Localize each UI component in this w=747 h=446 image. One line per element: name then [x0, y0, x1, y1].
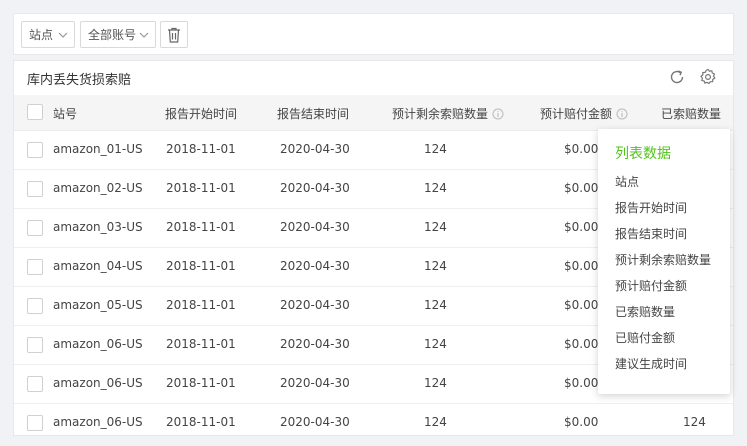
cell-site: amazon_03-US — [53, 220, 143, 234]
cell-site: amazon_04-US — [53, 259, 143, 273]
cell-claimed: 124 — [683, 415, 706, 429]
site-select-label: 站点 — [29, 28, 54, 42]
column-menu-title: 列表数据 — [615, 146, 671, 162]
gear-icon[interactable] — [699, 68, 717, 86]
cell-start: 2018-11-01 — [166, 376, 236, 390]
column-option-paid[interactable]: 已赔付金额 — [615, 329, 675, 346]
row-checkbox[interactable] — [27, 376, 43, 392]
table-header: 站号 报告开始时间 报告结束时间 预计剩余索赔数量 预计赔付金额 已索赔数量 — [14, 95, 733, 131]
column-header-claimed: 已索赔数量 — [661, 107, 722, 121]
cell-site: amazon_06-US — [53, 376, 143, 390]
cell-end: 2020-04-30 — [280, 376, 350, 390]
panel-title: 库内丢失货损索赔 — [27, 73, 132, 88]
account-select-label: 全部账号 — [88, 28, 137, 42]
cell-amount: $0.00 — [564, 298, 599, 312]
row-checkbox[interactable] — [27, 142, 43, 158]
cell-start: 2018-11-01 — [166, 220, 236, 234]
trash-icon — [168, 27, 180, 43]
column-header-end: 报告结束时间 — [277, 107, 350, 121]
cell-amount: $0.00 — [564, 181, 599, 195]
table-row[interactable]: amazon_06-US 2018-11-01 2020-04-30 124 $… — [14, 404, 733, 435]
cell-site: amazon_01-US — [53, 142, 143, 156]
cell-start: 2018-11-01 — [166, 142, 236, 156]
column-header-remaining-label: 预计剩余索赔数量 — [392, 107, 489, 121]
row-checkbox[interactable] — [27, 259, 43, 275]
cell-end: 2020-04-30 — [280, 181, 350, 195]
cell-start: 2018-11-01 — [166, 337, 236, 351]
row-checkbox[interactable] — [27, 415, 43, 431]
cell-site: amazon_05-US — [53, 298, 143, 312]
column-option-start[interactable]: 报告开始时间 — [615, 199, 687, 216]
chevron-down-icon — [58, 32, 68, 38]
column-option-created[interactable]: 建议生成时间 — [615, 355, 687, 372]
cell-end: 2020-04-30 — [280, 415, 350, 429]
column-settings-menu: 列表数据 站点 报告开始时间 报告结束时间 预计剩余索赔数量 预计赔付金额 已索… — [598, 129, 730, 394]
cell-amount: $0.00 — [564, 337, 599, 351]
row-checkbox[interactable] — [27, 181, 43, 197]
cell-start: 2018-11-01 — [166, 298, 236, 312]
row-checkbox[interactable] — [27, 337, 43, 353]
info-icon[interactable] — [616, 108, 628, 120]
cell-amount: $0.00 — [564, 142, 599, 156]
column-header-site: 站号 — [53, 107, 78, 121]
column-header-amount-label: 预计赔付金额 — [540, 107, 613, 121]
column-header-remaining: 预计剩余索赔数量 — [392, 105, 504, 122]
cell-remaining: 124 — [424, 181, 447, 195]
filter-toolbar: 站点 全部账号 — [13, 13, 734, 55]
cell-site: amazon_02-US — [53, 181, 143, 195]
row-checkbox[interactable] — [27, 220, 43, 236]
column-option-amount[interactable]: 预计赔付金额 — [615, 277, 687, 294]
cell-remaining: 124 — [424, 415, 447, 429]
cell-end: 2020-04-30 — [280, 220, 350, 234]
column-header-start: 报告开始时间 — [165, 107, 238, 121]
select-all-checkbox[interactable] — [27, 104, 43, 120]
chevron-down-icon — [139, 32, 149, 38]
cell-site: amazon_06-US — [53, 415, 143, 429]
cell-amount: $0.00 — [564, 376, 599, 390]
column-option-remaining[interactable]: 预计剩余索赔数量 — [615, 251, 711, 268]
column-option-end[interactable]: 报告结束时间 — [615, 225, 687, 242]
cell-remaining: 124 — [424, 142, 447, 156]
column-option-site[interactable]: 站点 — [615, 173, 639, 190]
site-select[interactable]: 站点 — [21, 21, 75, 48]
cell-remaining: 124 — [424, 298, 447, 312]
cell-start: 2018-11-01 — [166, 181, 236, 195]
cell-remaining: 124 — [424, 337, 447, 351]
cell-amount: $0.00 — [564, 415, 599, 429]
cell-start: 2018-11-01 — [166, 415, 236, 429]
cell-site: amazon_06-US — [53, 337, 143, 351]
cell-end: 2020-04-30 — [280, 337, 350, 351]
cell-end: 2020-04-30 — [280, 142, 350, 156]
cell-amount: $0.00 — [564, 259, 599, 273]
account-select[interactable]: 全部账号 — [80, 21, 156, 48]
cell-remaining: 124 — [424, 220, 447, 234]
cell-end: 2020-04-30 — [280, 259, 350, 273]
row-checkbox[interactable] — [27, 298, 43, 314]
column-header-amount: 预计赔付金额 — [540, 105, 628, 122]
cell-start: 2018-11-01 — [166, 259, 236, 273]
refresh-icon[interactable] — [668, 68, 686, 86]
column-option-claimed[interactable]: 已索赔数量 — [615, 303, 675, 320]
cell-amount: $0.00 — [564, 220, 599, 234]
cell-remaining: 124 — [424, 376, 447, 390]
delete-button[interactable] — [160, 21, 188, 48]
info-icon[interactable] — [492, 108, 504, 120]
cell-end: 2020-04-30 — [280, 298, 350, 312]
cell-remaining: 124 — [424, 259, 447, 273]
